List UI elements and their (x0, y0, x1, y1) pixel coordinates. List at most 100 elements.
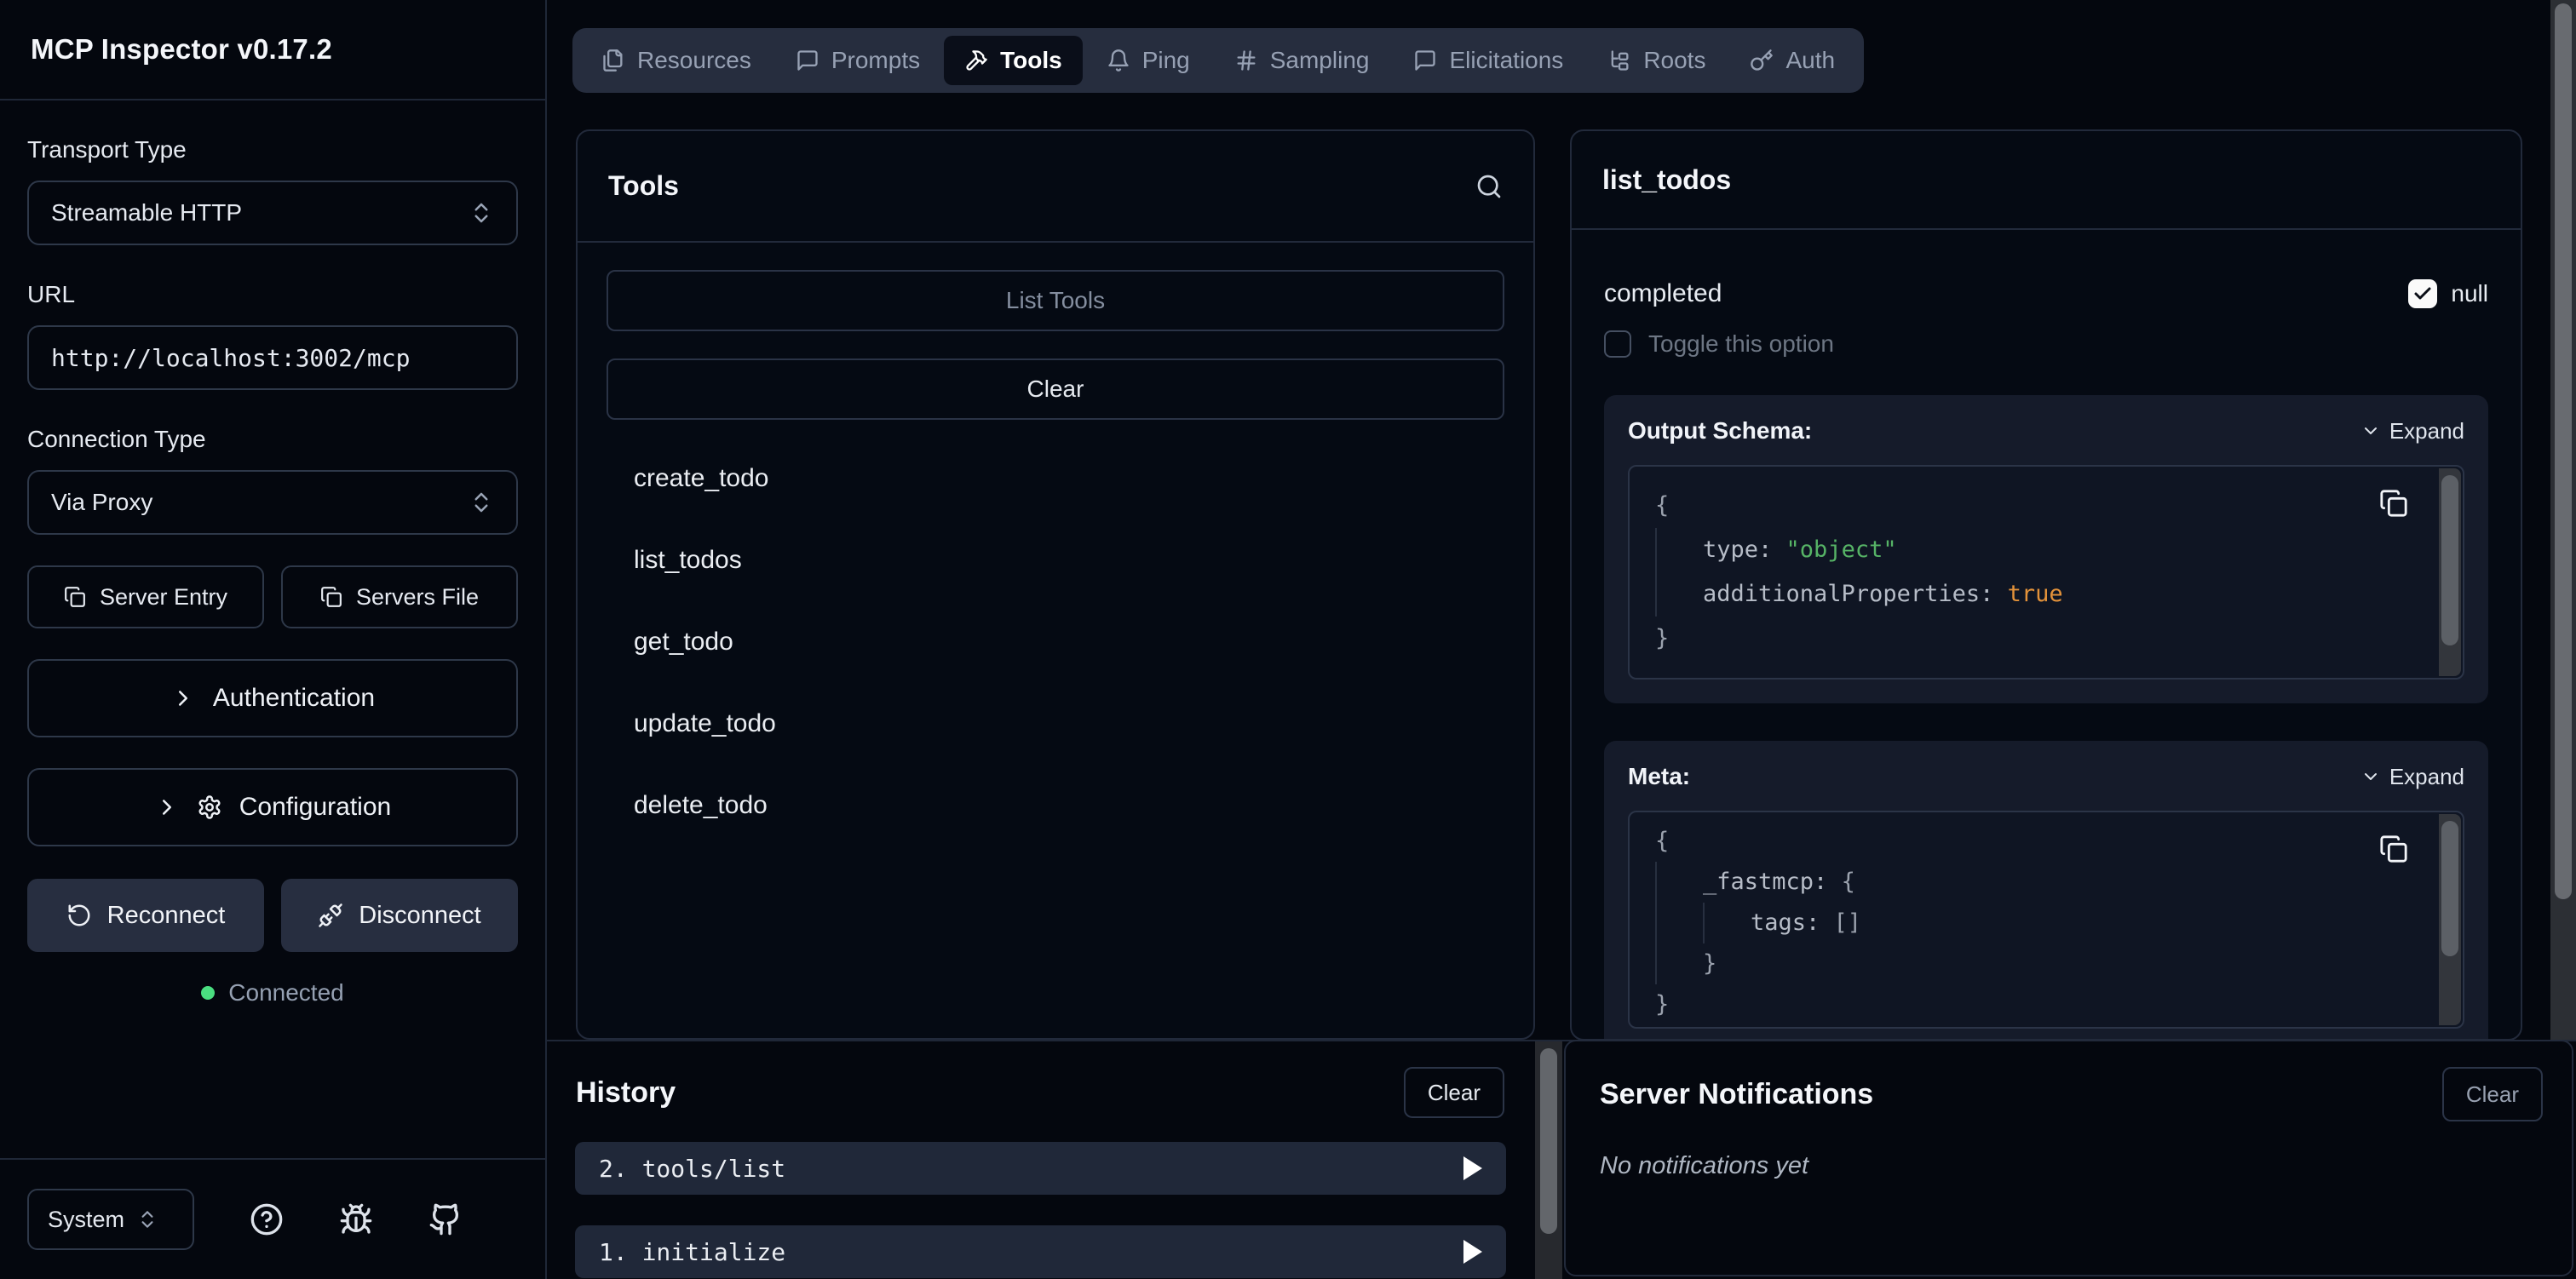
tools-panel-body: List Tools Clear create_todo list_todosge… (578, 243, 1533, 890)
toggle-checkbox[interactable] (1604, 330, 1631, 358)
top-nav-tabs: Resources Prompts Tools Ping Sampling Elicita… (572, 28, 1864, 93)
clear-history-button[interactable]: Clear (1404, 1067, 1504, 1118)
copy-code-button[interactable] (2379, 489, 2408, 518)
tools-panel-title: Tools (608, 170, 679, 202)
main-area: Resources Prompts Tools Ping Sampling Elicita… (547, 0, 2576, 1279)
reconnect-button[interactable]: Reconnect (27, 879, 264, 952)
copy-icon (64, 586, 86, 608)
meta-section: Meta: Expand {_fastmcp: {tags: []}} (1604, 741, 2488, 1039)
servers-file-button[interactable]: Servers File (281, 565, 518, 628)
disconnect-label: Disconnect (359, 902, 480, 930)
null-checkbox[interactable] (2408, 279, 2437, 308)
output-schema-expand-button[interactable]: Expand (2360, 418, 2464, 444)
status-dot (201, 986, 215, 1000)
code-line: tags: [] (1655, 903, 2386, 943)
reconnect-label: Reconnect (107, 902, 226, 930)
url-input[interactable]: http://localhost:3002/mcp (27, 325, 518, 390)
code-line: type: "object" (1655, 528, 2386, 572)
transport-type-label: Transport Type (27, 136, 518, 163)
tab-label: Roots (1643, 47, 1705, 74)
bug-icon[interactable] (339, 1202, 373, 1236)
tool-detail-title: list_todos (1602, 164, 1731, 196)
null-checkbox-group: null (2408, 279, 2488, 308)
expand-play-icon[interactable] (1463, 1240, 1482, 1264)
output-schema-header: Output Schema: Expand (1628, 417, 2464, 444)
connection-status: Connected (27, 979, 518, 1007)
sidebar-body: Transport Type Streamable HTTP URL http:… (0, 100, 545, 1158)
authentication-button[interactable]: Authentication (27, 659, 518, 737)
chevron-down-icon (2360, 766, 2381, 787)
list-tools-button[interactable]: List Tools (607, 270, 1504, 331)
connection-type-value: Via Proxy (51, 489, 469, 516)
meta-expand-button[interactable]: Expand (2360, 764, 2464, 790)
clear-notifications-button[interactable]: Clear (2442, 1067, 2543, 1121)
sidebar: MCP Inspector v0.17.2 Transport Type Str… (0, 0, 547, 1279)
clear-tools-button[interactable]: Clear (607, 358, 1504, 420)
output-schema-section: Output Schema: Expand {type: "object"add… (1604, 395, 2488, 703)
connection-type-select[interactable]: Via Proxy (27, 470, 518, 535)
github-icon[interactable] (428, 1202, 463, 1236)
tab-prompts[interactable]: Prompts (775, 36, 940, 85)
chevrons-up-down-icon (469, 200, 494, 226)
tab-label: Auth (1785, 47, 1835, 74)
tab-roots[interactable]: Roots (1587, 36, 1726, 85)
authentication-label: Authentication (213, 684, 375, 713)
tab-label: Sampling (1270, 47, 1370, 74)
tab-elicitations[interactable]: Elicitations (1393, 36, 1584, 85)
server-entry-button[interactable]: Server Entry (27, 565, 264, 628)
meta-title: Meta: (1628, 763, 1690, 790)
expand-label: Expand (2389, 418, 2464, 444)
code-scrollbar (2439, 814, 2461, 1025)
tab-tools[interactable]: Tools (944, 36, 1083, 85)
url-label: URL (27, 281, 518, 308)
output-schema-code: {type: "object"additionalProperties: tru… (1628, 465, 2464, 680)
code-line: } (1655, 984, 2386, 1025)
configuration-button[interactable]: Configuration (27, 768, 518, 846)
code-line: } (1655, 943, 2386, 984)
history-scrollbar-thumb[interactable] (1540, 1048, 1557, 1234)
rotate-ccw-icon (66, 903, 92, 928)
toggle-option-row: Toggle this option (1604, 330, 2488, 358)
tab-resources[interactable]: Resources (581, 36, 772, 85)
sidebar-footer: System (0, 1158, 545, 1279)
history-title: History (576, 1076, 676, 1110)
history-row[interactable]: 1. initialize (575, 1225, 1506, 1278)
meta-code: {_fastmcp: {tags: []}} (1628, 811, 2464, 1029)
expand-play-icon[interactable] (1463, 1156, 1482, 1180)
history-row-label: 1. initialize (599, 1238, 785, 1266)
tool-item-list_todos[interactable]: list_todos (634, 536, 1477, 585)
notifications-empty-message: No notifications yet (1566, 1121, 2572, 1180)
tab-ping[interactable]: Ping (1086, 36, 1210, 85)
search-icon[interactable] (1475, 173, 1503, 200)
tab-label: Resources (637, 47, 751, 74)
copy-icon (320, 586, 342, 608)
history-panel: History Clear 2. tools/list 1. initialize (547, 1041, 1535, 1279)
key-icon (1750, 49, 1774, 72)
code-scrollbar-thumb[interactable] (2441, 821, 2458, 956)
copy-code-button[interactable] (2379, 835, 2408, 863)
history-scrollbar (1535, 1041, 1562, 1279)
help-circle-icon[interactable] (250, 1202, 284, 1236)
tool-item-update_todo[interactable]: update_todo (634, 699, 1477, 748)
notifications-header: Server Notifications Clear (1566, 1041, 2572, 1121)
right-panel-scrollbar (2550, 0, 2576, 1040)
code-scrollbar (2439, 468, 2461, 676)
code-scrollbar-thumb[interactable] (2441, 475, 2458, 645)
tab-label: Tools (1000, 47, 1062, 74)
tab-auth[interactable]: Auth (1729, 36, 1855, 85)
tool-item-delete_todo[interactable]: delete_todo (634, 781, 1477, 830)
url-value: http://localhost:3002/mcp (51, 344, 494, 372)
chevron-right-icon (170, 685, 196, 711)
theme-value: System (48, 1207, 124, 1233)
tool-item-create_todo[interactable]: create_todo (634, 454, 1477, 503)
transport-type-value: Streamable HTTP (51, 199, 469, 227)
right-panel-scrollbar-thumb[interactable] (2555, 3, 2572, 899)
tools-panel-header: Tools (578, 131, 1533, 243)
tab-sampling[interactable]: Sampling (1214, 36, 1390, 85)
bell-icon (1107, 49, 1130, 72)
history-row[interactable]: 2. tools/list (575, 1142, 1506, 1195)
transport-type-select[interactable]: Streamable HTTP (27, 181, 518, 245)
disconnect-button[interactable]: Disconnect (281, 879, 518, 952)
theme-select[interactable]: System (27, 1189, 194, 1250)
tool-item-get_todo[interactable]: get_todo (634, 617, 1477, 667)
